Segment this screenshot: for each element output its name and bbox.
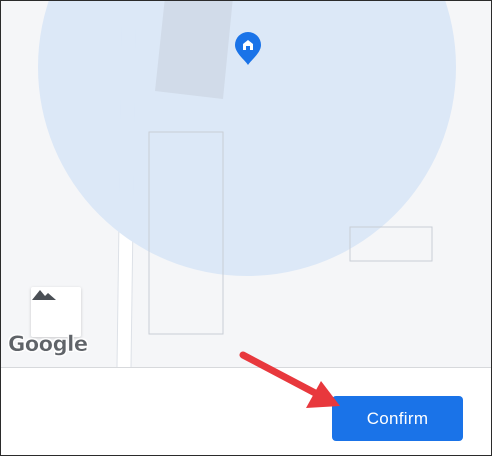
google-attribution-logo: Google xyxy=(8,332,88,356)
map-building xyxy=(155,1,233,99)
terrain-mountains-icon xyxy=(32,290,56,300)
location-picker: Google Confirm xyxy=(0,0,492,456)
confirm-button[interactable]: Confirm xyxy=(332,396,463,441)
map-view[interactable]: Google xyxy=(1,1,491,367)
terrain-toggle-button[interactable] xyxy=(31,287,81,337)
